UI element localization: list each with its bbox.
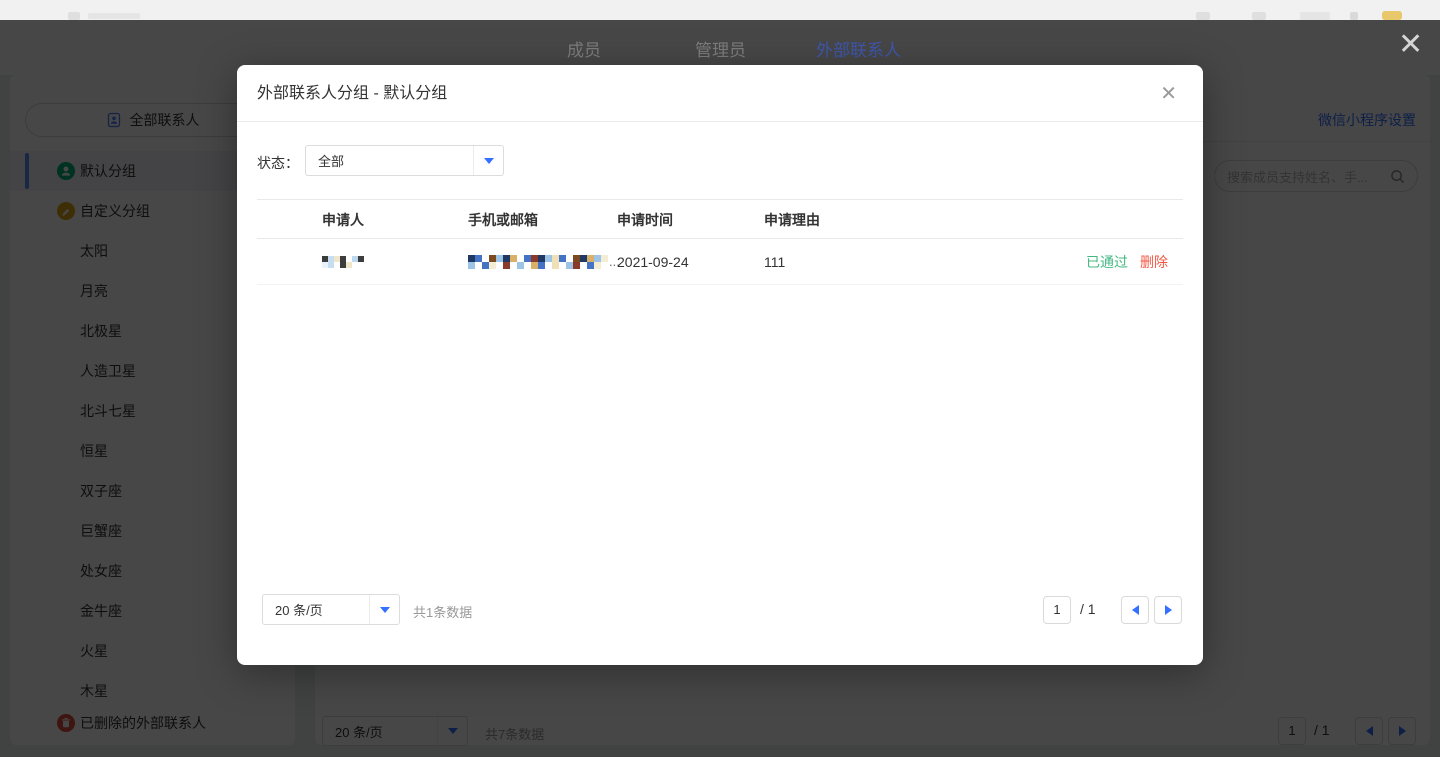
browser-chrome-icon [68, 12, 80, 20]
applications-table: 申请人 手机或邮箱 申请时间 申请理由 ... 2021-09-24 111 已… [257, 199, 1183, 285]
chevron-down-icon [484, 158, 494, 164]
applicant-cell-redacted [322, 239, 364, 285]
browser-extension-gold-icon [1382, 11, 1402, 20]
screen: 全部联系人 默认分组 自定义分组 太阳 月亮 北极星 人造卫星 北斗七星 恒星 … [0, 0, 1440, 757]
dialog-title: 外部联系人分组 - 默认分组 [257, 65, 447, 122]
status-filter-label: 状态： [257, 153, 299, 173]
browser-chrome-text [88, 13, 140, 19]
browser-extension-icon [1252, 12, 1266, 20]
prev-page-button[interactable] [1121, 596, 1149, 624]
tab-members[interactable]: 成员 [567, 36, 601, 61]
total-count: 共1条数据 [413, 602, 472, 621]
external-contact-group-dialog: 外部联系人分组 - 默认分组 ✕ 状态： 全部 申请人 手机或邮箱 申请时间 申… [237, 65, 1203, 665]
col-apply-time: 申请时间 [617, 200, 673, 240]
browser-extension-icon [1196, 12, 1210, 20]
dialog-header: 外部联系人分组 - 默认分组 ✕ [237, 65, 1203, 122]
dialog-close-icon[interactable]: ✕ [1160, 81, 1177, 106]
redaction-mosaic [468, 255, 608, 269]
redaction-mosaic [322, 256, 364, 268]
close-icon[interactable]: ✕ [1398, 28, 1423, 62]
col-reason: 申请理由 [764, 200, 820, 240]
reason-cell: 111 [764, 239, 785, 285]
table-row: ... 2021-09-24 111 已通过 删除 [257, 239, 1183, 285]
next-page-button[interactable] [1154, 596, 1182, 624]
contact-cell-redacted: ... [468, 239, 620, 285]
arrow-left-icon [1132, 605, 1139, 615]
page-size-select[interactable]: 20 条/页 [262, 594, 400, 625]
tab-external-contacts[interactable]: 外部联系人 [816, 36, 901, 61]
col-applicant: 申请人 [322, 200, 364, 240]
browser-chrome-strip [0, 0, 1440, 20]
page-total: / 1 [1080, 601, 1096, 617]
arrow-right-icon [1165, 605, 1172, 615]
tab-administrators[interactable]: 管理员 [695, 36, 746, 61]
row-actions: 已通过 删除 [1086, 239, 1168, 285]
browser-extension-icon [1350, 12, 1358, 20]
status-approved-badge: 已通过 [1086, 252, 1128, 272]
apply-time-cell: 2021-09-24 [617, 239, 689, 285]
page-number-input[interactable]: 1 [1043, 596, 1071, 624]
chevron-down-icon [380, 607, 390, 613]
table-header-row: 申请人 手机或邮箱 申请时间 申请理由 [257, 199, 1183, 239]
status-filter-select[interactable]: 全部 [305, 145, 504, 176]
browser-extension-icon [1300, 12, 1330, 20]
col-phone-email: 手机或邮箱 [468, 200, 538, 240]
delete-link[interactable]: 删除 [1140, 252, 1168, 272]
